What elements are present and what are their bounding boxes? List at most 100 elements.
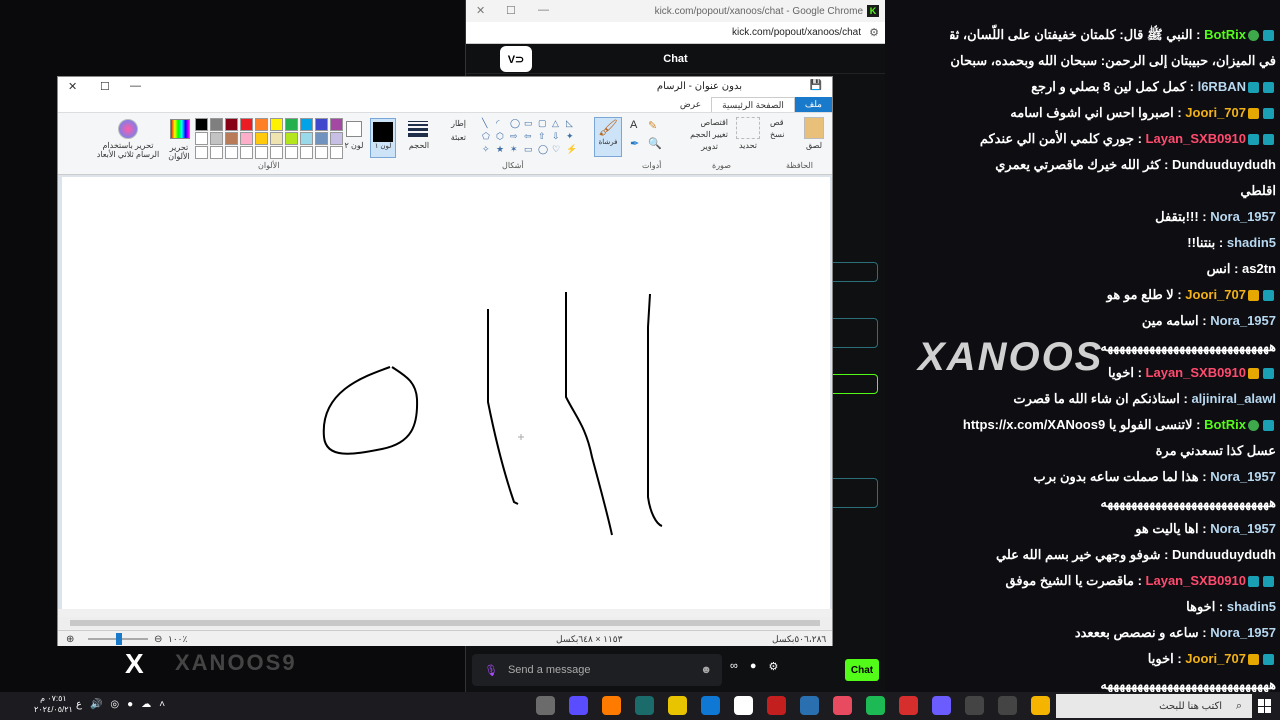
palette-swatch[interactable] (330, 146, 343, 159)
palette-swatch[interactable] (300, 132, 313, 145)
cut-button[interactable]: قص (770, 118, 800, 127)
palette-swatch[interactable] (270, 118, 283, 131)
settings-icon[interactable]: ⚙ (769, 660, 779, 673)
palette-swatch[interactable] (210, 118, 223, 131)
chat-username[interactable]: Nora_1957 (1210, 209, 1276, 224)
palette-swatch[interactable] (285, 146, 298, 159)
volume-icon[interactable]: 🔊 (90, 699, 102, 710)
text-icon[interactable]: A (630, 119, 637, 131)
chat-username[interactable]: Layan_SXB0910 (1146, 131, 1246, 146)
palette-swatch[interactable] (330, 118, 343, 131)
streamer-avatar[interactable]: V⊃ (500, 46, 532, 72)
palette-swatch[interactable] (195, 146, 208, 159)
chat-username[interactable]: BotRix (1204, 417, 1246, 432)
palette-swatch[interactable] (195, 132, 208, 145)
palette-swatch[interactable] (225, 132, 238, 145)
rotate-button[interactable]: تدوير (678, 142, 718, 151)
palette-swatch[interactable] (225, 118, 238, 131)
site-settings-icon[interactable]: ⚙ (869, 26, 879, 39)
taskbar-app-icon[interactable] (965, 696, 984, 715)
chat-username[interactable]: Joori_707 (1185, 287, 1246, 302)
brushes-button[interactable]: 🖌 فرشاة (594, 117, 622, 157)
resize-button[interactable]: تغيير الحجم (678, 130, 728, 139)
taskbar-app-icon[interactable] (536, 696, 555, 715)
chat-username[interactable]: Joori_707 (1185, 105, 1246, 120)
taskbar-clock[interactable]: ٠٧:٥١ م ٢٠٢٤/٠٥/٢١ (34, 693, 73, 715)
users-icon[interactable]: ∞ (730, 660, 738, 673)
taskbar-app-icon[interactable] (833, 696, 852, 715)
palette-swatch[interactable] (270, 146, 283, 159)
copy-button[interactable]: نسخ (770, 130, 800, 139)
chat-username[interactable]: Dunduuduydudh (1172, 547, 1276, 562)
palette-swatch[interactable] (315, 146, 328, 159)
chat-username[interactable]: Nora_1957 (1210, 469, 1276, 484)
palette-swatch[interactable] (255, 146, 268, 159)
tab-file[interactable]: ملف (794, 97, 832, 112)
taskbar-app-icon[interactable] (998, 696, 1017, 715)
horizontal-scrollbar[interactable] (58, 617, 832, 629)
palette-swatch[interactable] (255, 132, 268, 145)
taskbar-app-icon[interactable] (734, 696, 753, 715)
magnifier-icon[interactable]: 🔍 (648, 137, 662, 150)
palette-swatch[interactable] (330, 132, 343, 145)
chat-username[interactable]: Nora_1957 (1210, 521, 1276, 536)
minimize-icon[interactable]: — (538, 4, 549, 16)
paste-button[interactable]: لصق (800, 117, 828, 150)
taskbar-app-icon[interactable] (1031, 696, 1050, 715)
chat-username[interactable]: Dunduuduydudh (1172, 157, 1276, 172)
start-button[interactable] (1258, 699, 1272, 713)
palette-swatch[interactable] (225, 146, 238, 159)
color2-swatch[interactable] (346, 121, 362, 137)
palette-swatch[interactable] (300, 146, 313, 159)
chat-username[interactable]: shadin5 (1227, 599, 1276, 614)
outline-button[interactable]: إطار (442, 119, 466, 128)
pencil-icon[interactable]: ✎ (648, 119, 657, 132)
size-button[interactable] (408, 121, 428, 139)
paint3d-button[interactable]: تحرير باستخدام الرسام ثلاثي الأبعاد (96, 119, 160, 159)
tab-home[interactable]: الصفحة الرئيسية (711, 97, 795, 112)
emoji-icon[interactable]: ☻ (700, 664, 712, 676)
drawing-canvas[interactable] (62, 177, 830, 609)
select-button[interactable]: تحديد (736, 117, 760, 150)
language-icon[interactable]: ع (76, 699, 82, 710)
chevron-up-icon[interactable]: ˄ (159, 699, 165, 710)
palette-swatch[interactable] (240, 118, 253, 131)
shapes-gallery[interactable]: ╲ ◜ ◯ ▭ ▢ △ ◺ ⬠ ⬡ ⇨ ⇦ ⇧ ⇩ ✦ ✧ ★ ✶ ▭ ◯ ♡ ⚡ (482, 118, 578, 155)
taskbar-app-icon[interactable] (899, 696, 918, 715)
tab-view[interactable]: عرض (670, 97, 711, 112)
taskbar-app-icon[interactable] (635, 696, 654, 715)
taskbar-app-icon[interactable] (800, 696, 819, 715)
taskbar-app-icon[interactable] (767, 696, 786, 715)
message-input[interactable]: 🎙 Send a message ☻ (472, 654, 722, 686)
address-bar[interactable]: kick.com/popout/xanoos/chat ⚙ (466, 22, 885, 44)
chat-username[interactable]: BotRix (1204, 27, 1246, 42)
palette-swatch[interactable] (240, 132, 253, 145)
microphone-icon[interactable]: 🎙 (484, 664, 498, 677)
palette-swatch[interactable] (210, 132, 223, 145)
maximize-icon[interactable]: ☐ (100, 80, 110, 93)
chat-username[interactable]: Nora_1957 (1210, 625, 1276, 640)
taskbar-app-icon[interactable] (701, 696, 720, 715)
color-picker-icon[interactable]: ✒ (630, 137, 639, 150)
palette-swatch[interactable] (285, 118, 298, 131)
record-icon[interactable]: ● (127, 699, 133, 710)
palette-swatch[interactable] (210, 146, 223, 159)
taskbar-app-icon[interactable] (668, 696, 687, 715)
chat-username[interactable]: aljiniral_alawl (1191, 391, 1276, 406)
palette-swatch[interactable] (300, 118, 313, 131)
maximize-icon[interactable]: ☐ (506, 4, 516, 17)
palette-swatch[interactable] (255, 118, 268, 131)
palette-swatch[interactable] (195, 118, 208, 131)
chat-send-button[interactable]: Chat (845, 659, 879, 681)
chat-bubble-icon[interactable]: ● (750, 660, 757, 673)
chat-username[interactable]: as2tn (1242, 261, 1276, 276)
palette-swatch[interactable] (315, 118, 328, 131)
close-icon[interactable]: ✕ (68, 80, 77, 93)
crop-button[interactable]: اقتصاص (678, 118, 728, 127)
chat-username[interactable]: shadin5 (1227, 235, 1276, 250)
chat-username[interactable]: l6RBAN (1198, 79, 1246, 94)
taskbar-app-icon[interactable] (866, 696, 885, 715)
chat-username[interactable]: Joori_707 (1185, 651, 1246, 666)
minimize-icon[interactable]: — (130, 80, 141, 92)
color1-button[interactable]: لون ١ (370, 118, 396, 158)
